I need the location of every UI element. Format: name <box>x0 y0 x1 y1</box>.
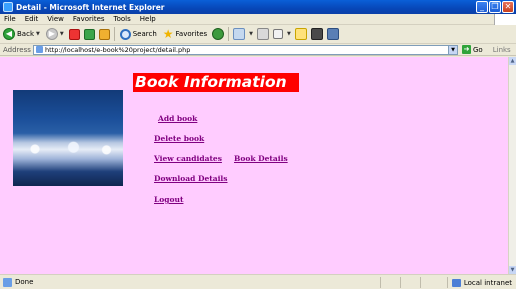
star-icon: ★ <box>162 27 174 41</box>
page-icon <box>36 46 43 53</box>
go-button[interactable]: ➜ Go <box>462 45 483 54</box>
logout-link[interactable]: Logout <box>154 195 183 204</box>
toolbar-separator <box>113 27 115 41</box>
address-value: http://localhost/e-book%20project/detail… <box>45 45 191 54</box>
media-icon[interactable] <box>212 28 225 40</box>
address-input[interactable]: http://localhost/e-book%20project/detail… <box>33 44 458 55</box>
home-icon[interactable] <box>98 28 110 40</box>
scroll-up-icon[interactable]: ▲ <box>509 57 516 65</box>
search-button[interactable]: Search <box>119 27 158 42</box>
menu-tools[interactable]: Tools <box>114 15 131 23</box>
go-arrow-icon: ➜ <box>462 45 471 54</box>
menu-file[interactable]: File <box>4 15 16 23</box>
scroll-down-icon[interactable]: ▼ <box>509 266 516 274</box>
address-label: Address <box>3 45 31 54</box>
view-candidates-link[interactable]: View candidates <box>154 154 222 163</box>
chevron-down-icon: ▼ <box>59 31 64 37</box>
discuss-icon[interactable] <box>294 28 307 40</box>
edit-icon[interactable] <box>273 29 284 39</box>
zone-label: Local intranet <box>463 278 512 287</box>
menu-edit[interactable]: Edit <box>25 15 39 23</box>
maximize-button[interactable]: ❐ <box>489 1 501 13</box>
chevron-down-icon[interactable]: ▼ <box>448 45 457 54</box>
status-panes <box>380 277 438 288</box>
toolbar: ◀ Back ▼ ▶ ▼ Search ★ Favorites ▼ ▼ <box>0 25 516 44</box>
snowy-trees-detail <box>13 140 123 158</box>
title-bar: Detail - Microsoft Internet Explorer _ ❐… <box>0 0 516 14</box>
mail-icon[interactable] <box>233 28 246 40</box>
chevron-down-icon: ▼ <box>36 31 40 37</box>
print-icon[interactable] <box>257 28 270 40</box>
go-label: Go <box>473 45 483 54</box>
window-controls: _ ❐ ✕ <box>476 1 514 13</box>
page-viewport: Book Information Add book Delete book Vi… <box>0 57 508 274</box>
forward-button[interactable]: ▶ ▼ <box>45 27 65 42</box>
page-done-icon <box>3 277 12 287</box>
refresh-icon[interactable] <box>83 28 95 40</box>
menu-favorites[interactable]: Favorites <box>73 15 105 23</box>
status-text: Done <box>15 278 34 286</box>
close-button[interactable]: ✕ <box>502 1 514 13</box>
vertical-scrollbar[interactable]: ▲ ▼ <box>508 57 516 274</box>
download-details-link[interactable]: Download Details <box>154 174 228 183</box>
menu-view[interactable]: View <box>47 15 64 23</box>
favorites-button[interactable]: ★ Favorites <box>162 27 208 42</box>
favorites-label: Favorites <box>175 30 208 38</box>
forward-arrow-icon: ▶ <box>45 28 58 40</box>
back-label: Back <box>17 30 34 38</box>
status-pane <box>420 277 438 288</box>
chevron-down-icon[interactable]: ▼ <box>249 31 253 37</box>
security-zone: Local intranet <box>446 277 512 288</box>
status-pane <box>400 277 418 288</box>
intranet-icon <box>451 278 461 287</box>
back-button[interactable]: ◀ Back ▼ <box>2 27 41 42</box>
address-bar: Address http://localhost/e-book%20projec… <box>0 44 516 56</box>
book-details-link[interactable]: Book Details <box>234 154 288 163</box>
messenger-icon[interactable] <box>326 28 339 40</box>
page-title: Book Information <box>133 73 299 92</box>
menu-help[interactable]: Help <box>140 15 156 23</box>
search-icon <box>119 28 131 40</box>
toolbar-separator <box>228 27 230 41</box>
links-toolbar[interactable]: Links <box>493 46 511 54</box>
add-book-link[interactable]: Add book <box>158 114 197 123</box>
chevron-down-icon[interactable]: ▼ <box>287 31 291 37</box>
minimize-button[interactable]: _ <box>476 1 488 13</box>
research-icon[interactable] <box>310 28 323 40</box>
status-pane <box>380 277 398 288</box>
stop-icon[interactable] <box>68 28 80 40</box>
book-cover-image <box>13 90 123 186</box>
menu-bar: File Edit View Favorites Tools Help <box>0 14 516 25</box>
windows-logo-icon <box>494 14 516 25</box>
status-bar: Done Local intranet <box>0 274 516 289</box>
search-label: Search <box>132 30 157 38</box>
window-title: Detail - Microsoft Internet Explorer <box>16 2 165 12</box>
back-arrow-icon: ◀ <box>3 28 15 40</box>
delete-book-link[interactable]: Delete book <box>154 134 204 143</box>
ie-icon <box>3 2 13 12</box>
